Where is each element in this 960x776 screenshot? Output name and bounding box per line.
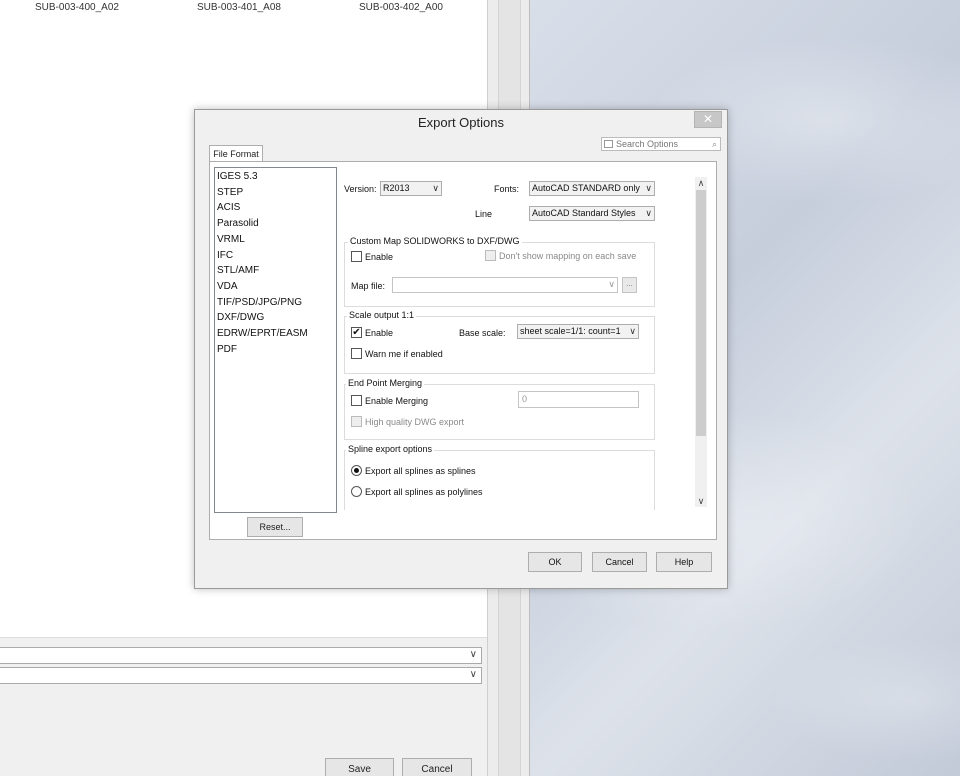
format-item-ifc[interactable]: IFC: [217, 248, 233, 263]
format-item-vrml[interactable]: VRML: [217, 232, 245, 247]
custom-map-title: Custom Map SOLIDWORKS to DXF/DWG: [348, 236, 522, 246]
line-select[interactable]: AutoCAD Standard Styles ∨: [529, 206, 655, 221]
options-scrollbar[interactable]: ∧ ∨: [695, 177, 707, 507]
export-options-dialog: Export Options ✕ Search Options ⌕ File F…: [194, 109, 728, 589]
reset-button[interactable]: Reset...: [247, 517, 303, 537]
background-save-button[interactable]: Save: [325, 758, 394, 776]
spline-export-group: [344, 450, 655, 510]
high-quality-dwg-label: High quality DWG export: [365, 417, 465, 427]
scale-enable-checkbox[interactable]: ✔: [351, 327, 362, 338]
enable-merging-checkbox[interactable]: [351, 395, 362, 406]
base-scale-select[interactable]: sheet scale=1/1: count=1 ∨: [517, 324, 639, 339]
format-item-step[interactable]: STEP: [217, 185, 243, 200]
background-cancel-button[interactable]: Cancel: [402, 758, 472, 776]
chevron-down-icon: ∨: [432, 183, 439, 193]
format-list: IGES 5.3 STEP ACIS Parasolid VRML IFC ST…: [214, 167, 337, 513]
scale-output-title: Scale output 1:1: [347, 310, 417, 320]
background-bottom-panel: ∨ ∨: [0, 637, 487, 776]
chevron-down-icon: ∨: [469, 669, 477, 680]
format-item-stl[interactable]: STL/AMF: [217, 263, 259, 278]
ok-button[interactable]: OK: [528, 552, 582, 572]
base-scale-value: sheet scale=1/1: count=1: [520, 326, 621, 336]
enable-merging-label: Enable Merging: [365, 396, 429, 406]
custom-map-enable-label: Enable: [365, 252, 394, 262]
custom-map-enable-checkbox[interactable]: [351, 251, 362, 262]
format-item-pdf[interactable]: PDF: [217, 342, 237, 357]
chevron-down-icon: ∨: [608, 279, 615, 289]
close-button[interactable]: ✕: [694, 111, 722, 128]
chevron-down-icon: ∨: [645, 183, 652, 193]
fonts-select[interactable]: AutoCAD STANDARD only ∨: [529, 181, 655, 196]
merging-distance-input[interactable]: 0: [518, 391, 639, 408]
format-item-image[interactable]: TIF/PSD/JPG/PNG: [217, 295, 302, 310]
spline-as-splines-radio[interactable]: [351, 465, 362, 476]
scroll-thumb[interactable]: [696, 190, 706, 436]
file-item-2[interactable]: SUB-003-401_A08: [197, 2, 281, 13]
dont-show-mapping-checkbox[interactable]: [485, 250, 496, 261]
spline-as-splines-label: Export all splines as splines: [365, 466, 476, 476]
chevron-down-icon: ∨: [469, 649, 477, 660]
end-point-merging-title: End Point Merging: [346, 378, 425, 388]
line-label: Line: [475, 209, 493, 219]
map-file-label: Map file:: [351, 281, 386, 291]
dialog-title: Export Options: [418, 115, 504, 130]
spline-as-polylines-label: Export all splines as polylines: [365, 487, 483, 497]
spline-as-polylines-radio[interactable]: [351, 486, 362, 497]
chevron-down-icon: ∨: [645, 208, 652, 218]
version-select[interactable]: R2013 ∨: [380, 181, 442, 196]
line-value: AutoCAD Standard Styles: [532, 208, 636, 218]
search-options-input[interactable]: Search Options ⌕: [601, 137, 721, 151]
cancel-button[interactable]: Cancel: [592, 552, 647, 572]
map-file-select[interactable]: ∨: [392, 277, 618, 293]
version-value: R2013: [383, 183, 410, 193]
background-select-1[interactable]: ∨: [0, 647, 482, 664]
options-panel: IGES 5.3 STEP ACIS Parasolid VRML IFC ST…: [209, 161, 717, 540]
warn-if-enabled-label: Warn me if enabled: [365, 349, 443, 359]
dont-show-mapping-label: Don't show mapping on each save: [499, 251, 637, 261]
search-field-icon: [604, 140, 613, 148]
search-placeholder: Search Options: [616, 139, 679, 149]
search-icon[interactable]: ⌕: [712, 138, 717, 150]
format-item-vda[interactable]: VDA: [217, 279, 238, 294]
high-quality-dwg-checkbox[interactable]: [351, 416, 362, 427]
help-button[interactable]: Help: [656, 552, 712, 572]
fonts-label: Fonts:: [494, 184, 520, 194]
scale-enable-label: Enable: [365, 328, 394, 338]
version-label: Version:: [344, 184, 377, 194]
spline-export-title: Spline export options: [346, 444, 435, 454]
format-item-edrw[interactable]: EDRW/EPRT/EASM: [217, 326, 308, 341]
file-item-3[interactable]: SUB-003-402_A00: [359, 2, 443, 13]
scroll-up-icon[interactable]: ∧: [695, 177, 707, 189]
warn-if-enabled-checkbox[interactable]: [351, 348, 362, 359]
format-item-acis[interactable]: ACIS: [217, 200, 240, 215]
tab-file-format[interactable]: File Format: [209, 145, 263, 162]
file-item-1[interactable]: SUB-003-400_A02: [35, 2, 119, 13]
chevron-down-icon: ∨: [629, 326, 636, 336]
radio-selected-dot: [354, 468, 359, 473]
map-file-browse-button[interactable]: ...: [622, 277, 637, 293]
format-item-parasolid[interactable]: Parasolid: [217, 216, 259, 231]
format-item-iges[interactable]: IGES 5.3: [217, 169, 258, 184]
base-scale-label: Base scale:: [459, 328, 506, 338]
scroll-down-icon[interactable]: ∨: [695, 495, 707, 507]
fonts-value: AutoCAD STANDARD only: [532, 183, 640, 193]
background-select-2[interactable]: ∨: [0, 667, 482, 684]
format-item-dxf[interactable]: DXF/DWG: [217, 310, 264, 325]
